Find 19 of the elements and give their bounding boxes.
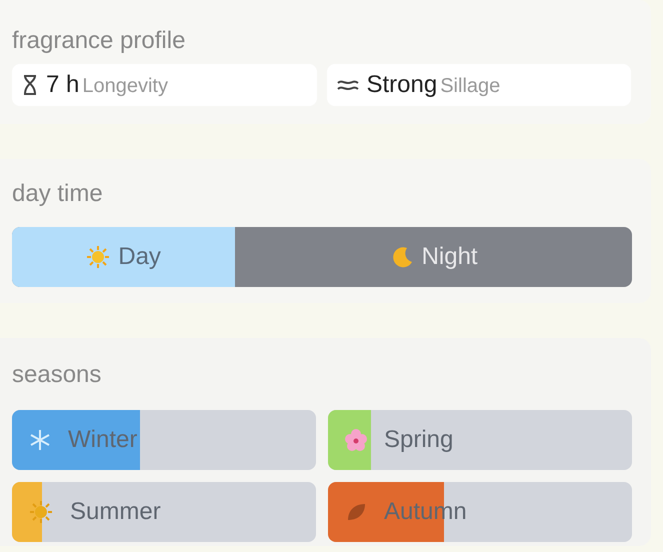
section-title: day time: [12, 179, 104, 209]
season-label: Spring: [384, 425, 454, 455]
stat-label: Longevity: [82, 74, 168, 99]
snowflake-icon: [29, 429, 51, 451]
time-label: Day: [118, 242, 161, 272]
section-title: seasons: [12, 360, 102, 390]
leaf-icon: [345, 501, 367, 523]
flower-icon: [345, 429, 367, 451]
waves-icon: [336, 78, 358, 92]
season-label: Summer: [70, 497, 161, 527]
section-title: fragrance profile: [12, 26, 186, 56]
hourglass-icon: [22, 74, 38, 96]
stat-label: Sillage: [440, 74, 500, 99]
stat-value: Strong: [366, 70, 438, 100]
stat-value: 7 h: [46, 70, 80, 100]
season-label: Winter: [68, 425, 138, 455]
sun-icon: [29, 500, 53, 524]
sun-icon: [86, 245, 110, 269]
time-label: Night: [422, 242, 478, 272]
